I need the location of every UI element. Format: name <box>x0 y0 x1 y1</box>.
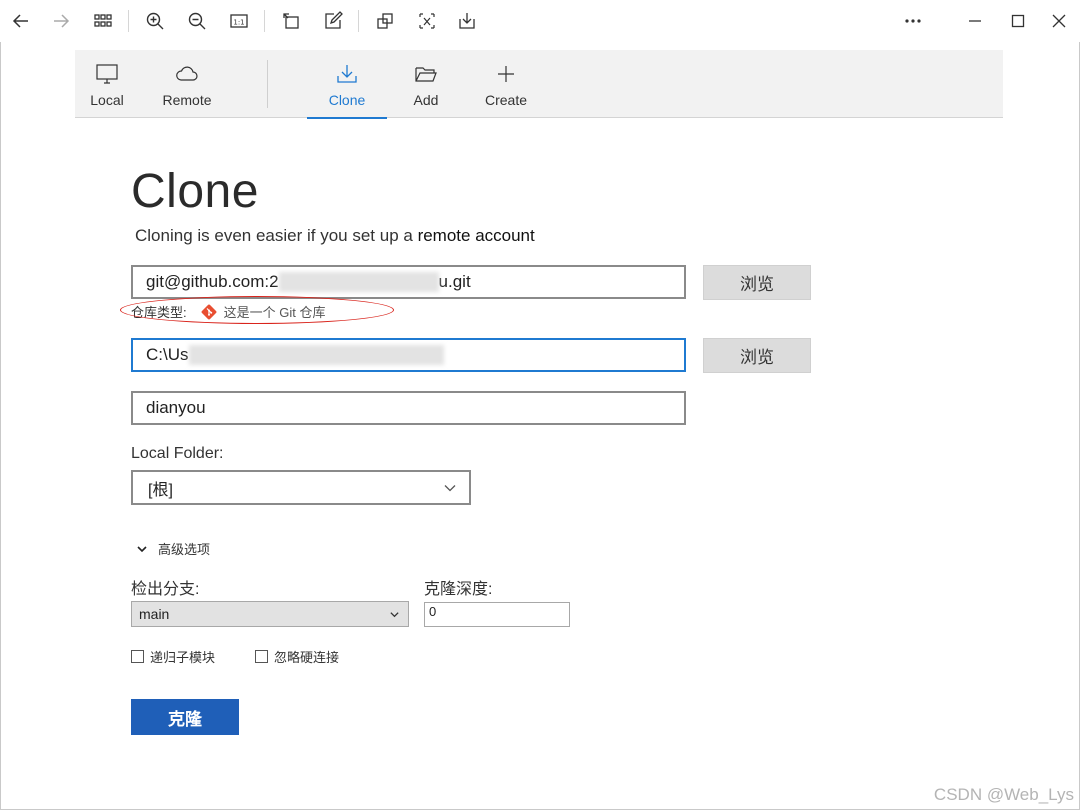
page-subtitle: Cloning is even easier if you set up a r… <box>135 226 535 246</box>
branch-value: main <box>139 606 170 622</box>
local-folder-label: Local Folder: <box>131 445 224 462</box>
advanced-options-label: 高级选项 <box>158 542 211 557</box>
nav-label: Clone <box>328 92 366 108</box>
edit-icon[interactable] <box>318 7 348 35</box>
advanced-options-toggle[interactable]: 高级选项 <box>136 539 210 558</box>
actual-size-icon[interactable]: 1:1 <box>224 7 254 35</box>
nav-label: Create <box>484 92 528 108</box>
svg-text:1:1: 1:1 <box>233 19 244 27</box>
viewer-toolbar: 1:1 <box>0 0 1080 42</box>
nav-remote[interactable]: Remote <box>147 50 227 118</box>
source-url-suffix: u.git <box>438 272 471 291</box>
browse-destination-button[interactable]: 浏览 <box>703 338 811 373</box>
nav-label: Local <box>90 92 124 108</box>
nav-label: Remote <box>162 92 212 108</box>
recurse-submodules-label: 递归子模块 <box>150 650 216 665</box>
checkbox-box[interactable] <box>131 650 144 663</box>
nav-divider <box>267 60 268 108</box>
download-icon[interactable] <box>452 7 482 35</box>
nav-local[interactable]: Local <box>67 50 147 118</box>
folder-open-icon <box>414 62 438 86</box>
browse-source-button[interactable]: 浏览 <box>703 265 811 300</box>
redacted-blur <box>188 345 444 365</box>
annotation-ellipse <box>120 296 394 324</box>
toolbar-divider <box>128 10 129 32</box>
more-icon[interactable] <box>898 7 928 35</box>
branch-select[interactable]: main <box>131 601 409 627</box>
download-tray-icon <box>335 62 359 86</box>
clone-depth-input[interactable]: 0 <box>424 602 570 627</box>
translate-icon[interactable] <box>412 7 442 35</box>
nav-clone[interactable]: Clone <box>307 50 387 119</box>
grid-icon[interactable] <box>88 7 118 35</box>
checkbox-box[interactable] <box>255 650 268 663</box>
remote-account-link[interactable]: remote account <box>418 226 535 245</box>
repo-name-input[interactable]: dianyou <box>131 391 686 425</box>
zoom-in-icon[interactable] <box>140 7 170 35</box>
local-folder-value: [根] <box>148 481 173 499</box>
destination-path-prefix: C:\Us <box>146 345 189 364</box>
subtitle-text: Cloning is even easier if you set up a <box>135 226 418 245</box>
ignore-hardlinks-label: 忽略硬连接 <box>274 650 340 665</box>
plus-icon <box>494 62 518 86</box>
back-icon[interactable] <box>6 7 36 35</box>
chevron-down-icon <box>390 612 399 618</box>
toolbar-divider <box>358 10 359 32</box>
active-tab-indicator <box>307 117 387 119</box>
recurse-submodules-checkbox[interactable]: 递归子模块 <box>131 647 215 666</box>
nav-create[interactable]: Create <box>466 50 546 118</box>
local-folder-dropdown[interactable]: [根] <box>131 470 471 505</box>
minimize-icon[interactable] <box>960 7 990 35</box>
toolbar-divider <box>264 10 265 32</box>
cloud-icon <box>175 62 199 86</box>
chevron-down-icon <box>444 485 456 492</box>
rotate-icon[interactable] <box>276 7 306 35</box>
nav-label: Add <box>413 92 439 108</box>
nav-add[interactable]: Add <box>386 50 466 118</box>
destination-path-input[interactable]: C:\Us <box>131 338 686 372</box>
monitor-icon <box>95 62 119 86</box>
chevron-down-icon <box>137 545 147 552</box>
app-nav: Local Remote Clone Add Create <box>75 50 1003 119</box>
close-icon[interactable] <box>1044 7 1074 35</box>
crop-icon[interactable] <box>370 7 400 35</box>
maximize-icon[interactable] <box>1003 7 1033 35</box>
zoom-out-icon[interactable] <box>182 7 212 35</box>
redacted-blur <box>278 272 439 292</box>
branch-label: 检出分支: <box>131 581 200 598</box>
clone-button[interactable]: 克隆 <box>131 699 239 735</box>
clone-depth-label: 克隆深度: <box>424 581 493 598</box>
watermark: CSDN @Web_Lys <box>933 785 1074 804</box>
ignore-hardlinks-checkbox[interactable]: 忽略硬连接 <box>255 647 339 666</box>
source-url-input[interactable]: git@github.com:2 u.git <box>131 265 686 299</box>
source-url-prefix: git@github.com:2 <box>146 272 279 291</box>
page-title: Clone <box>131 165 259 218</box>
forward-icon[interactable] <box>46 7 76 35</box>
